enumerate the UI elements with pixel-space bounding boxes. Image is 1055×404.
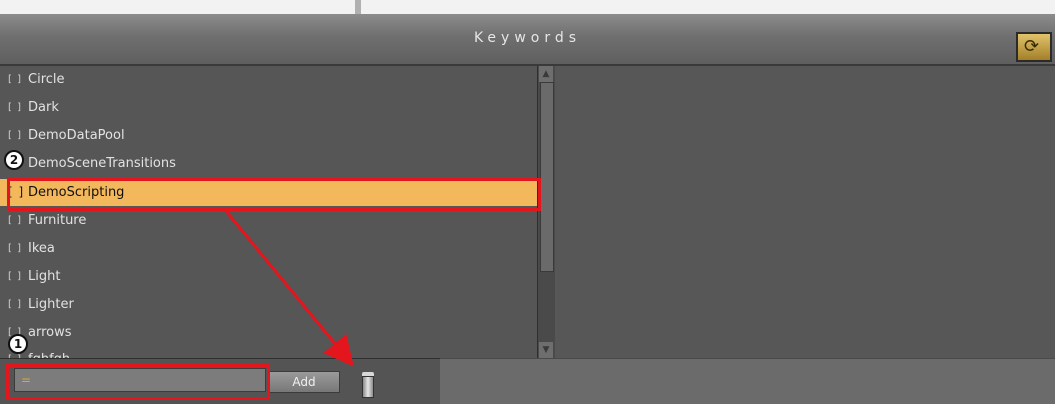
scroll-down-icon[interactable]: ▼ [539,342,553,358]
list-scrollbar[interactable]: ▲ ▼ [537,66,555,358]
list-item-label: Ikea [28,241,55,256]
list-item[interactable]: [ ] arrows [0,319,537,346]
scroll-up-icon[interactable]: ▲ [539,66,553,82]
list-item[interactable]: [ ] Ikea [0,235,537,262]
list-item[interactable]: [ ] Light [0,263,537,290]
list-item-label: fghfgh [28,346,70,358]
list-item[interactable]: [ ] Furniture [0,207,537,234]
refresh-button[interactable]: ⟳ [1016,32,1052,62]
list-item[interactable]: [ ] Dark [0,94,537,121]
list-item-label: Furniture [28,213,87,228]
callout-badge-1: 1 [8,334,28,354]
keyword-list: [ ] Circle [ ] Dark [ ] DemoDataPool [ ]… [0,66,537,358]
trash-icon[interactable] [359,372,379,400]
list-item[interactable]: [ ] DemoDataPool [0,122,537,149]
checkbox[interactable]: [ ] [8,263,22,290]
checkbox[interactable]: [ ] [8,207,22,234]
keywords-header: Keywords ⟳ [0,14,1055,66]
checkbox[interactable]: [ ] [8,291,22,318]
checkbox[interactable]: [ ] [8,122,22,149]
window-top-strip [0,0,1055,14]
header-title: Keywords [473,30,582,46]
keyword-detail-panel [555,66,1055,358]
list-item-label: Circle [28,72,65,87]
callout-badge-2: 2 [4,150,24,170]
refresh-icon: ⟳ [1024,36,1040,57]
add-button[interactable]: Add [268,371,340,393]
checkbox[interactable]: [ ] [8,66,22,93]
keyword-input[interactable] [14,368,266,392]
list-item-label: DemoScripting [28,185,125,200]
list-item-label: arrows [28,325,72,340]
list-item-label: DemoSceneTransitions [28,156,176,171]
list-item-label: Dark [28,100,59,115]
list-item-selected[interactable]: [ ] DemoScripting [0,179,537,206]
list-item[interactable]: [ ] fghfgh [0,346,537,358]
toolbar-empty-area [440,358,1055,404]
checkbox[interactable]: [ ] [8,235,22,262]
top-strip-divider [355,0,361,14]
list-item[interactable]: [ ] DemoSceneTransitions [0,150,537,177]
scrollbar-thumb[interactable] [540,82,554,272]
list-item[interactable]: [ ] Lighter [0,291,537,318]
checkbox[interactable]: [ ] [8,179,24,206]
checkbox[interactable]: [ ] [8,94,22,121]
list-item-label: Lighter [28,297,74,312]
list-item-label: Light [28,269,61,284]
list-item[interactable]: [ ] Circle [0,66,537,93]
trash-can [362,376,374,398]
list-item-label: DemoDataPool [28,128,125,143]
